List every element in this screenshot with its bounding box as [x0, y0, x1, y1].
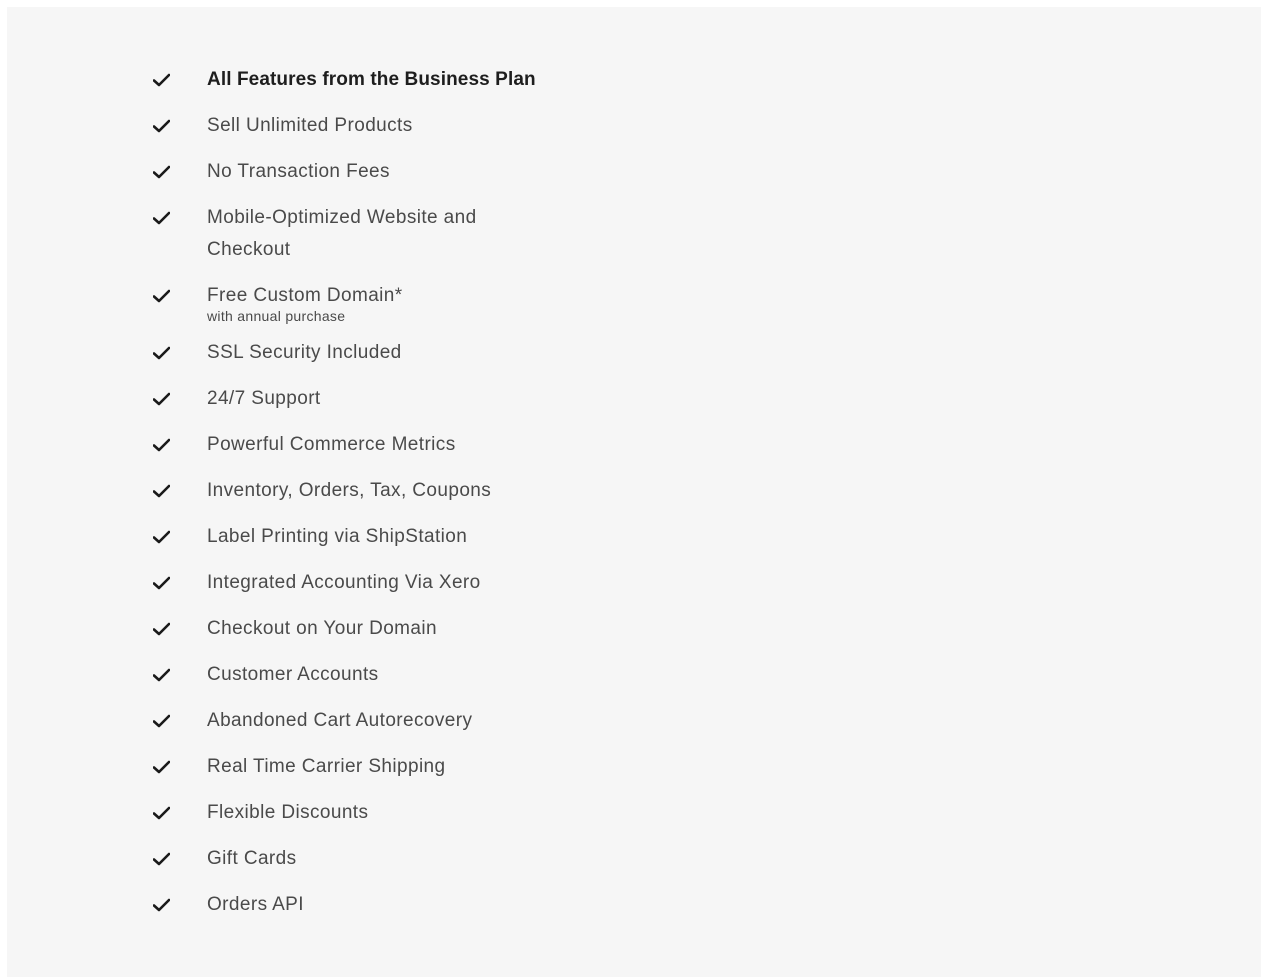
feature-text: Free Custom Domain* with annual purchase [207, 280, 403, 323]
checkmark-icon [152, 567, 207, 599]
feature-item: Inventory, Orders, Tax, Coupons [152, 475, 712, 507]
checkmark-icon [152, 337, 207, 369]
feature-text: Customer Accounts [207, 659, 379, 691]
feature-text: 24/7 Support [207, 383, 321, 415]
checkmark-icon [152, 110, 207, 142]
checkmark-icon [152, 889, 207, 921]
checkmark-icon [152, 156, 207, 188]
checkmark-icon [152, 429, 207, 461]
checkmark-icon [152, 64, 207, 96]
feature-item: Sell Unlimited Products [152, 110, 712, 142]
checkmark-icon [152, 613, 207, 645]
feature-item: Real Time Carrier Shipping [152, 751, 712, 783]
feature-note: with annual purchase [207, 308, 346, 324]
checkmark-icon [152, 202, 207, 234]
checkmark-icon [152, 383, 207, 415]
feature-item: All Features from the Business Plan [152, 64, 712, 96]
feature-item: SSL Security Included [152, 337, 712, 369]
feature-item: Label Printing via ShipStation [152, 521, 712, 553]
feature-label: SSL Security Included [207, 342, 402, 363]
feature-text: Sell Unlimited Products [207, 110, 413, 142]
feature-text: Orders API [207, 889, 304, 921]
feature-text: Powerful Commerce Metrics [207, 429, 456, 461]
feature-item: Gift Cards [152, 843, 712, 875]
feature-item: Mobile-Optimized Website and Checkout [152, 202, 712, 266]
checkmark-icon [152, 521, 207, 553]
feature-text: All Features from the Business Plan [207, 64, 536, 96]
feature-text: SSL Security Included [207, 337, 402, 369]
feature-text: Inventory, Orders, Tax, Coupons [207, 475, 491, 507]
feature-item: Free Custom Domain* with annual purchase [152, 280, 712, 323]
plan-features-panel: All Features from the Business Plan Sell… [7, 7, 1261, 977]
feature-item: 24/7 Support [152, 383, 712, 415]
feature-item: Checkout on Your Domain [152, 613, 712, 645]
feature-label: Customer Accounts [207, 664, 379, 685]
feature-item: Powerful Commerce Metrics [152, 429, 712, 461]
feature-label: Mobile-Optimized Website and Checkout [207, 207, 477, 260]
feature-label: Checkout on Your Domain [207, 618, 437, 639]
feature-item: Customer Accounts [152, 659, 712, 691]
checkmark-icon [152, 659, 207, 691]
feature-text: Checkout on Your Domain [207, 613, 437, 645]
feature-label: Sell Unlimited Products [207, 115, 413, 136]
feature-list: All Features from the Business Plan Sell… [152, 64, 712, 935]
feature-item: Abandoned Cart Autorecovery [152, 705, 712, 737]
feature-label: All Features from the Business Plan [207, 69, 536, 90]
feature-label: Label Printing via ShipStation [207, 526, 468, 547]
checkmark-icon [152, 705, 207, 737]
feature-text: Abandoned Cart Autorecovery [207, 705, 472, 737]
feature-label: Orders API [207, 894, 304, 915]
feature-text: No Transaction Fees [207, 156, 390, 188]
feature-text: Label Printing via ShipStation [207, 521, 467, 553]
checkmark-icon [152, 797, 207, 829]
feature-item: Integrated Accounting Via Xero [152, 567, 712, 599]
feature-label: 24/7 Support [207, 388, 321, 409]
checkmark-icon [152, 280, 207, 312]
feature-text: Mobile-Optimized Website and Checkout [207, 202, 527, 266]
feature-text: Gift Cards [207, 843, 297, 875]
feature-item: Orders API [152, 889, 712, 921]
feature-label: No Transaction Fees [207, 161, 390, 182]
feature-label: Abandoned Cart Autorecovery [207, 710, 473, 731]
checkmark-icon [152, 751, 207, 783]
feature-text: Integrated Accounting Via Xero [207, 567, 481, 599]
feature-item: Flexible Discounts [152, 797, 712, 829]
feature-text: Flexible Discounts [207, 797, 368, 829]
feature-label: Integrated Accounting Via Xero [207, 572, 481, 593]
feature-label: Flexible Discounts [207, 802, 369, 823]
checkmark-icon [152, 475, 207, 507]
feature-text: Real Time Carrier Shipping [207, 751, 446, 783]
checkmark-icon [152, 843, 207, 875]
feature-label: Gift Cards [207, 848, 297, 869]
feature-label: Powerful Commerce Metrics [207, 434, 456, 455]
feature-item: No Transaction Fees [152, 156, 712, 188]
feature-label: Real Time Carrier Shipping [207, 756, 446, 777]
feature-label: Inventory, Orders, Tax, Coupons [207, 480, 492, 501]
